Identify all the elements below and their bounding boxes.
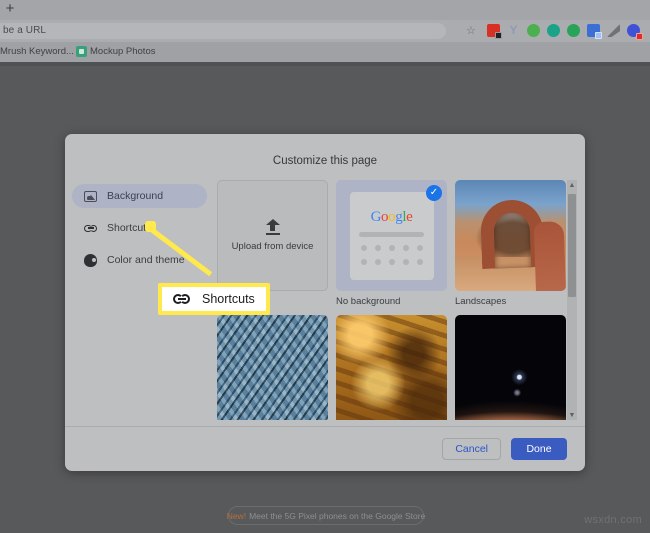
no-background-tile-box[interactable]: Google ✓ <box>336 180 447 291</box>
watermark: wsxdn.com <box>584 514 642 526</box>
selected-check-icon: ✓ <box>426 185 442 201</box>
extension-evernote-icon[interactable] <box>527 24 540 37</box>
google-logo: Google <box>370 208 413 225</box>
customize-dialog: Customize this page Background Shortcuts <box>65 134 585 471</box>
link-icon <box>173 294 190 304</box>
screenshot-root: + be a URL ☆ Y Mrush Keyword... Mockup P… <box>0 0 650 533</box>
scroll-up-icon[interactable]: ▲ <box>567 180 577 190</box>
landscapes-thumbnail[interactable] <box>455 180 566 291</box>
no-background-tile-label: No background <box>336 296 401 307</box>
sidebar-item-background-label: Background <box>107 190 164 202</box>
upload-tile-box[interactable]: Upload from device <box>217 180 328 291</box>
scrollbar-thumb[interactable] <box>568 194 576 297</box>
autumn-leaves-thumbnail[interactable] <box>336 315 447 420</box>
dialog-footer: Cancel Done <box>65 426 585 471</box>
background-tile-landscapes[interactable]: Landscapes <box>455 180 566 307</box>
background-tile-autumn[interactable] <box>336 315 447 420</box>
bookmark-item-0[interactable]: Mrush Keyword... <box>0 46 74 58</box>
extension-green-circle-icon[interactable] <box>567 24 580 37</box>
image-icon <box>84 190 97 203</box>
background-tile-no-background[interactable]: Google ✓ No background <box>336 180 447 307</box>
scroll-down-icon[interactable]: ▼ <box>567 410 577 420</box>
sidebar-item-shortcuts[interactable]: Shortcuts <box>72 216 207 240</box>
space-thumbnail[interactable] <box>455 315 566 420</box>
dialog-title: Customize this page <box>272 155 378 167</box>
bookmark-star-icon[interactable]: ☆ <box>466 25 476 37</box>
upload-tile-label: Upload from device <box>231 241 314 252</box>
glass-architecture-thumbnail[interactable] <box>217 315 328 420</box>
callout-box-shortcuts: Shortcuts <box>158 283 270 315</box>
sidebar-item-background[interactable]: Background <box>72 184 207 208</box>
promo-text: Meet the 5G Pixel phones on the Google S… <box>249 510 426 521</box>
background-tile-space[interactable] <box>455 315 566 420</box>
shortcut-dots-row-1 <box>360 244 423 251</box>
extension-red-icon[interactable] <box>487 24 502 39</box>
address-bar-field[interactable] <box>0 23 446 39</box>
new-tab-button[interactable]: + <box>3 1 17 16</box>
extension-icons: Y <box>487 24 643 40</box>
bookmark-item-1[interactable]: Mockup Photos <box>90 46 155 58</box>
dialog-sidebar: Background Shortcuts Color and theme <box>72 184 207 280</box>
tab-strip: + <box>0 0 650 20</box>
palette-icon <box>84 253 97 267</box>
promo-new-label: New! <box>226 510 247 521</box>
upload-icon <box>265 219 280 235</box>
grid-scrollbar[interactable]: ▲ ▼ <box>567 180 577 420</box>
promo-pill[interactable]: New! Meet the 5G Pixel phones on the Goo… <box>226 506 426 525</box>
done-button[interactable]: Done <box>511 438 567 460</box>
callout-label: Shortcuts <box>202 292 255 306</box>
cancel-button[interactable]: Cancel <box>442 438 501 460</box>
new-tab-preview: Google <box>349 191 434 280</box>
background-tile-glass[interactable] <box>217 315 328 420</box>
extension-gray-pen-icon[interactable] <box>607 24 620 37</box>
extension-blue-note-icon[interactable] <box>587 24 602 39</box>
extension-teal-badge-icon[interactable] <box>547 24 643 40</box>
link-icon <box>84 222 97 235</box>
address-bar-text[interactable]: be a URL <box>3 25 46 36</box>
shortcut-dots-row-2 <box>360 258 423 265</box>
landscapes-tile-label: Landscapes <box>455 296 507 307</box>
sidebar-item-color-and-theme-label: Color and theme <box>107 254 185 266</box>
search-bar-preview <box>359 231 424 237</box>
bookmark-favicon-icon <box>76 46 87 57</box>
extension-yellow-v-icon[interactable]: Y <box>507 24 520 37</box>
